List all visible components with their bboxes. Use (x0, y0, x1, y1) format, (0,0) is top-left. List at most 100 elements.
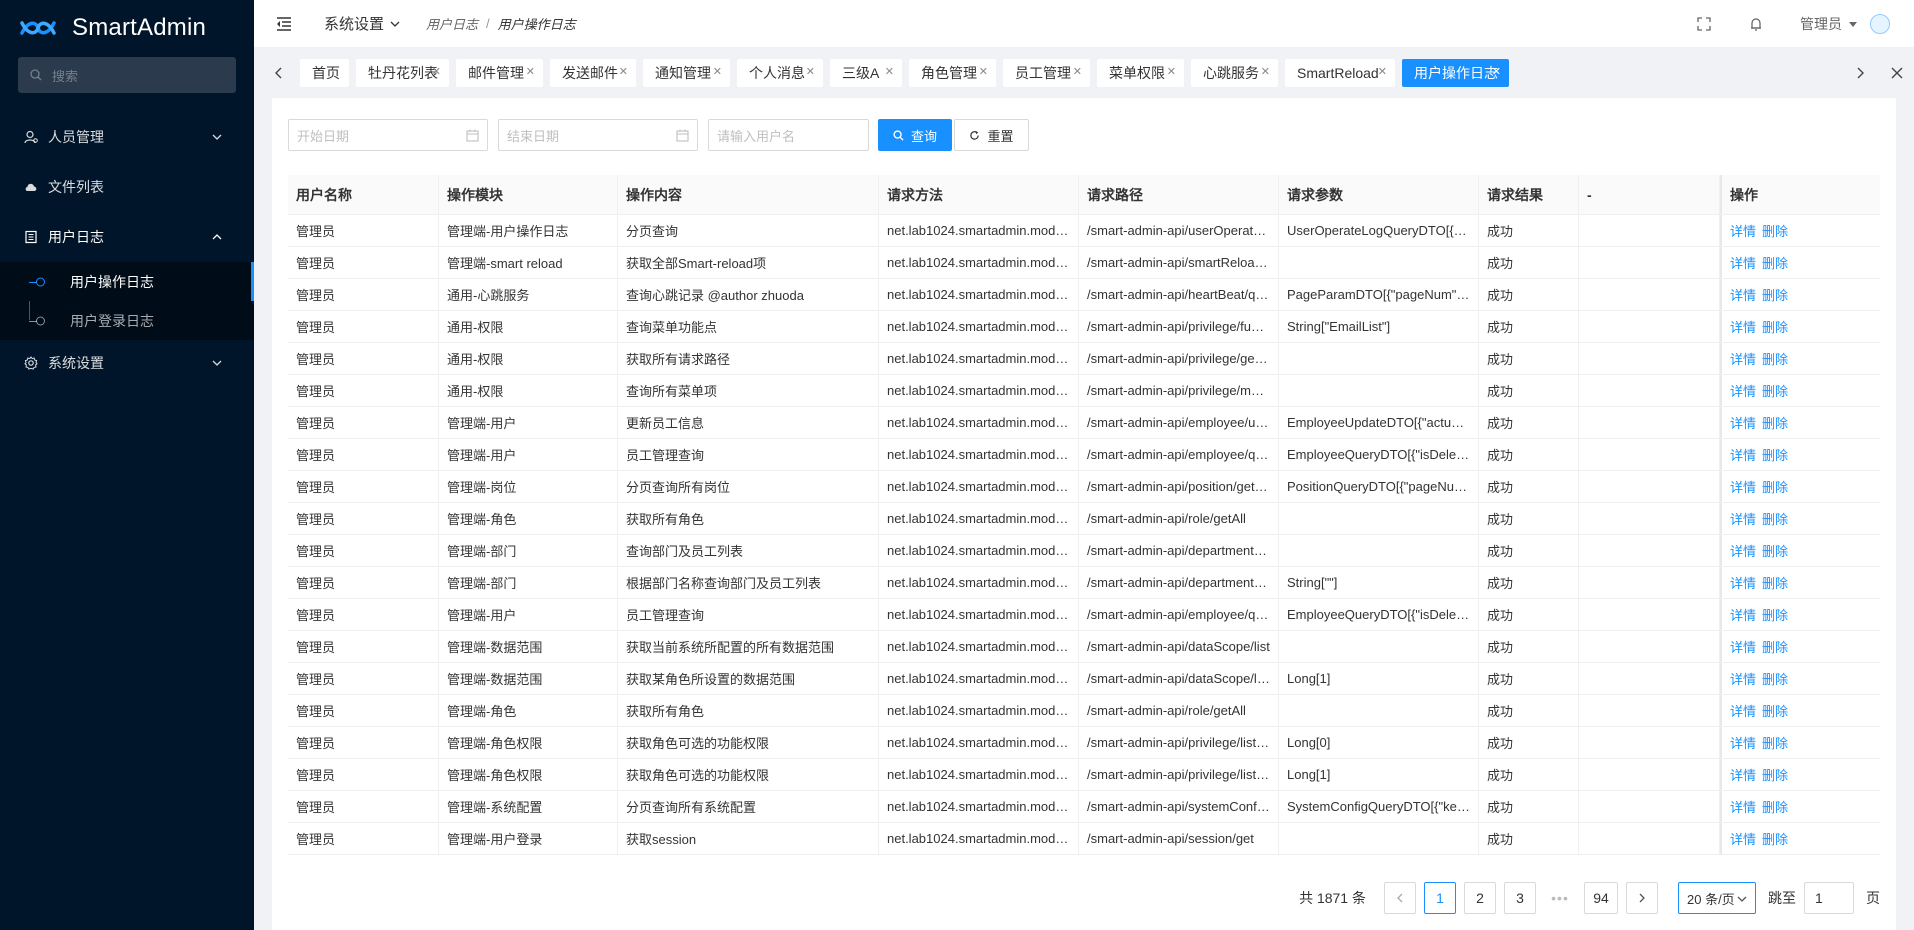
start-date-picker[interactable]: 开始日期 (288, 119, 488, 151)
detail-link[interactable]: 详情 (1730, 541, 1756, 560)
tab-close-icon[interactable]: ✕ (885, 65, 894, 78)
detail-link[interactable]: 详情 (1730, 701, 1756, 720)
end-date-picker[interactable]: 结束日期 (498, 119, 698, 151)
delete-link[interactable]: 删除 (1762, 637, 1788, 656)
detail-link[interactable]: 详情 (1730, 797, 1756, 816)
delete-link[interactable]: 删除 (1762, 541, 1788, 560)
detail-link[interactable]: 详情 (1730, 317, 1756, 336)
sidebar-item-user-log[interactable]: 用户日志 (0, 212, 254, 262)
delete-link[interactable]: 删除 (1762, 445, 1788, 464)
pagination-next-button[interactable] (1626, 882, 1658, 914)
page-size-value: 20 条/页 (1687, 891, 1735, 907)
tab-close-icon[interactable]: ✕ (1261, 65, 1270, 78)
delete-link[interactable]: 删除 (1762, 509, 1788, 528)
table-cell: 通用-权限 (439, 311, 618, 342)
pagination-ellipsis[interactable]: ••• (1544, 890, 1576, 906)
sidebar-item-system-settings[interactable]: 系统设置 (0, 340, 254, 385)
tabs-scroll-left-icon[interactable] (272, 66, 286, 80)
delete-link[interactable]: 删除 (1762, 829, 1788, 848)
tab-8[interactable]: 员工管理 ✕ (1003, 59, 1090, 87)
tab-11[interactable]: SmartReload ✕ (1285, 59, 1395, 87)
username-input[interactable]: 请输入用户名 (708, 119, 869, 151)
query-button[interactable]: 查询 (878, 119, 952, 151)
pagination-page-1[interactable]: 1 (1424, 882, 1456, 914)
tab-close-icon[interactable]: ✕ (1378, 65, 1387, 78)
tab-close-icon[interactable]: ✕ (1492, 65, 1501, 78)
detail-link[interactable]: 详情 (1730, 605, 1756, 624)
tab-7[interactable]: 角色管理 ✕ (909, 59, 996, 87)
tab-close-icon[interactable]: ✕ (806, 65, 815, 78)
delete-link[interactable]: 删除 (1762, 221, 1788, 240)
tab-close-icon[interactable]: ✕ (713, 65, 722, 78)
tab-close-icon[interactable]: ✕ (619, 65, 628, 78)
detail-link[interactable]: 详情 (1730, 381, 1756, 400)
detail-link[interactable]: 详情 (1730, 829, 1756, 848)
tab-4[interactable]: 通知管理 ✕ (643, 59, 730, 87)
pagination-page-2[interactable]: 2 (1464, 882, 1496, 914)
sidebar-item-operate-log[interactable]: 用户操作日志 (0, 262, 254, 301)
tab-2[interactable]: 邮件管理 ✕ (456, 59, 543, 87)
page-size-select[interactable]: 20 条/页 (1678, 882, 1756, 914)
tab-6[interactable]: 三级A ✕ (830, 59, 902, 87)
detail-link[interactable]: 详情 (1730, 765, 1756, 784)
menu-fold-icon[interactable] (276, 16, 292, 32)
delete-link[interactable]: 删除 (1762, 573, 1788, 592)
tab-close-icon[interactable]: ✕ (1073, 65, 1082, 78)
delete-link[interactable]: 删除 (1762, 477, 1788, 496)
detail-link[interactable]: 详情 (1730, 573, 1756, 592)
detail-link[interactable]: 详情 (1730, 445, 1756, 464)
detail-link[interactable]: 详情 (1730, 477, 1756, 496)
detail-link[interactable]: 详情 (1730, 413, 1756, 432)
top-menu-system-settings[interactable]: 系统设置 (324, 13, 400, 34)
detail-link[interactable]: 详情 (1730, 285, 1756, 304)
delete-link[interactable]: 删除 (1762, 413, 1788, 432)
sidebar-item-files[interactable]: 文件列表 (0, 162, 254, 212)
detail-link[interactable]: 详情 (1730, 669, 1756, 688)
detail-link[interactable]: 详情 (1730, 733, 1756, 752)
detail-link[interactable]: 详情 (1730, 221, 1756, 240)
tabs-scroll-right-icon[interactable] (1853, 66, 1867, 80)
delete-link[interactable]: 删除 (1762, 381, 1788, 400)
delete-link[interactable]: 删除 (1762, 669, 1788, 688)
pagination-page-3[interactable]: 3 (1504, 882, 1536, 914)
pagination-page-last[interactable]: 94 (1584, 882, 1618, 914)
tab-9[interactable]: 菜单权限 ✕ (1097, 59, 1184, 87)
pagination-prev-button[interactable] (1384, 882, 1416, 914)
reset-button[interactable]: 重置 (954, 119, 1029, 151)
delete-link[interactable]: 删除 (1762, 797, 1788, 816)
delete-link[interactable]: 删除 (1762, 765, 1788, 784)
tab-close-icon[interactable]: ✕ (979, 65, 988, 78)
sidebar-item-login-log[interactable]: 用户登录日志 (0, 301, 254, 340)
delete-link[interactable]: 删除 (1762, 253, 1788, 272)
bell-icon[interactable] (1748, 16, 1764, 32)
detail-link[interactable]: 详情 (1730, 637, 1756, 656)
main-content: 开始日期 结束日期 请输入用户名 查询 重置 用户名称 操作模块 操作内容 请求方法请… (272, 98, 1896, 930)
logo[interactable]: SmartAdmin (0, 0, 254, 56)
detail-link[interactable]: 详情 (1730, 253, 1756, 272)
tab-5[interactable]: 个人消息 ✕ (737, 59, 823, 87)
close-all-tabs-icon[interactable] (1890, 66, 1904, 80)
jump-page-input[interactable]: 1 (1804, 882, 1854, 914)
delete-link[interactable]: 删除 (1762, 349, 1788, 368)
tab-12[interactable]: 用户操作日志 ✕ (1402, 59, 1509, 87)
delete-link[interactable]: 删除 (1762, 317, 1788, 336)
sidebar-item-personnel[interactable]: 人员管理 (0, 112, 254, 162)
tab-10[interactable]: 心跳服务 ✕ (1191, 59, 1278, 87)
tab-close-icon[interactable]: ✕ (526, 65, 535, 78)
detail-link[interactable]: 详情 (1730, 349, 1756, 368)
avatar[interactable] (1870, 14, 1890, 34)
user-menu[interactable]: 管理员 (1800, 14, 1858, 34)
delete-link[interactable]: 删除 (1762, 605, 1788, 624)
detail-link[interactable]: 详情 (1730, 509, 1756, 528)
breadcrumb-item[interactable]: 用户日志 (426, 14, 478, 33)
delete-link[interactable]: 删除 (1762, 733, 1788, 752)
tab-0[interactable]: 首页 (300, 59, 349, 87)
tab-close-icon[interactable]: ✕ (432, 65, 441, 78)
delete-link[interactable]: 删除 (1762, 285, 1788, 304)
tab-3[interactable]: 发送邮件 ✕ (550, 59, 636, 87)
delete-link[interactable]: 删除 (1762, 701, 1788, 720)
tab-close-icon[interactable]: ✕ (1167, 65, 1176, 78)
tab-1[interactable]: 牡丹花列表 ✕ (356, 59, 449, 87)
fullscreen-icon[interactable] (1696, 16, 1712, 32)
sidebar-search-input[interactable]: 搜索 (18, 57, 236, 93)
